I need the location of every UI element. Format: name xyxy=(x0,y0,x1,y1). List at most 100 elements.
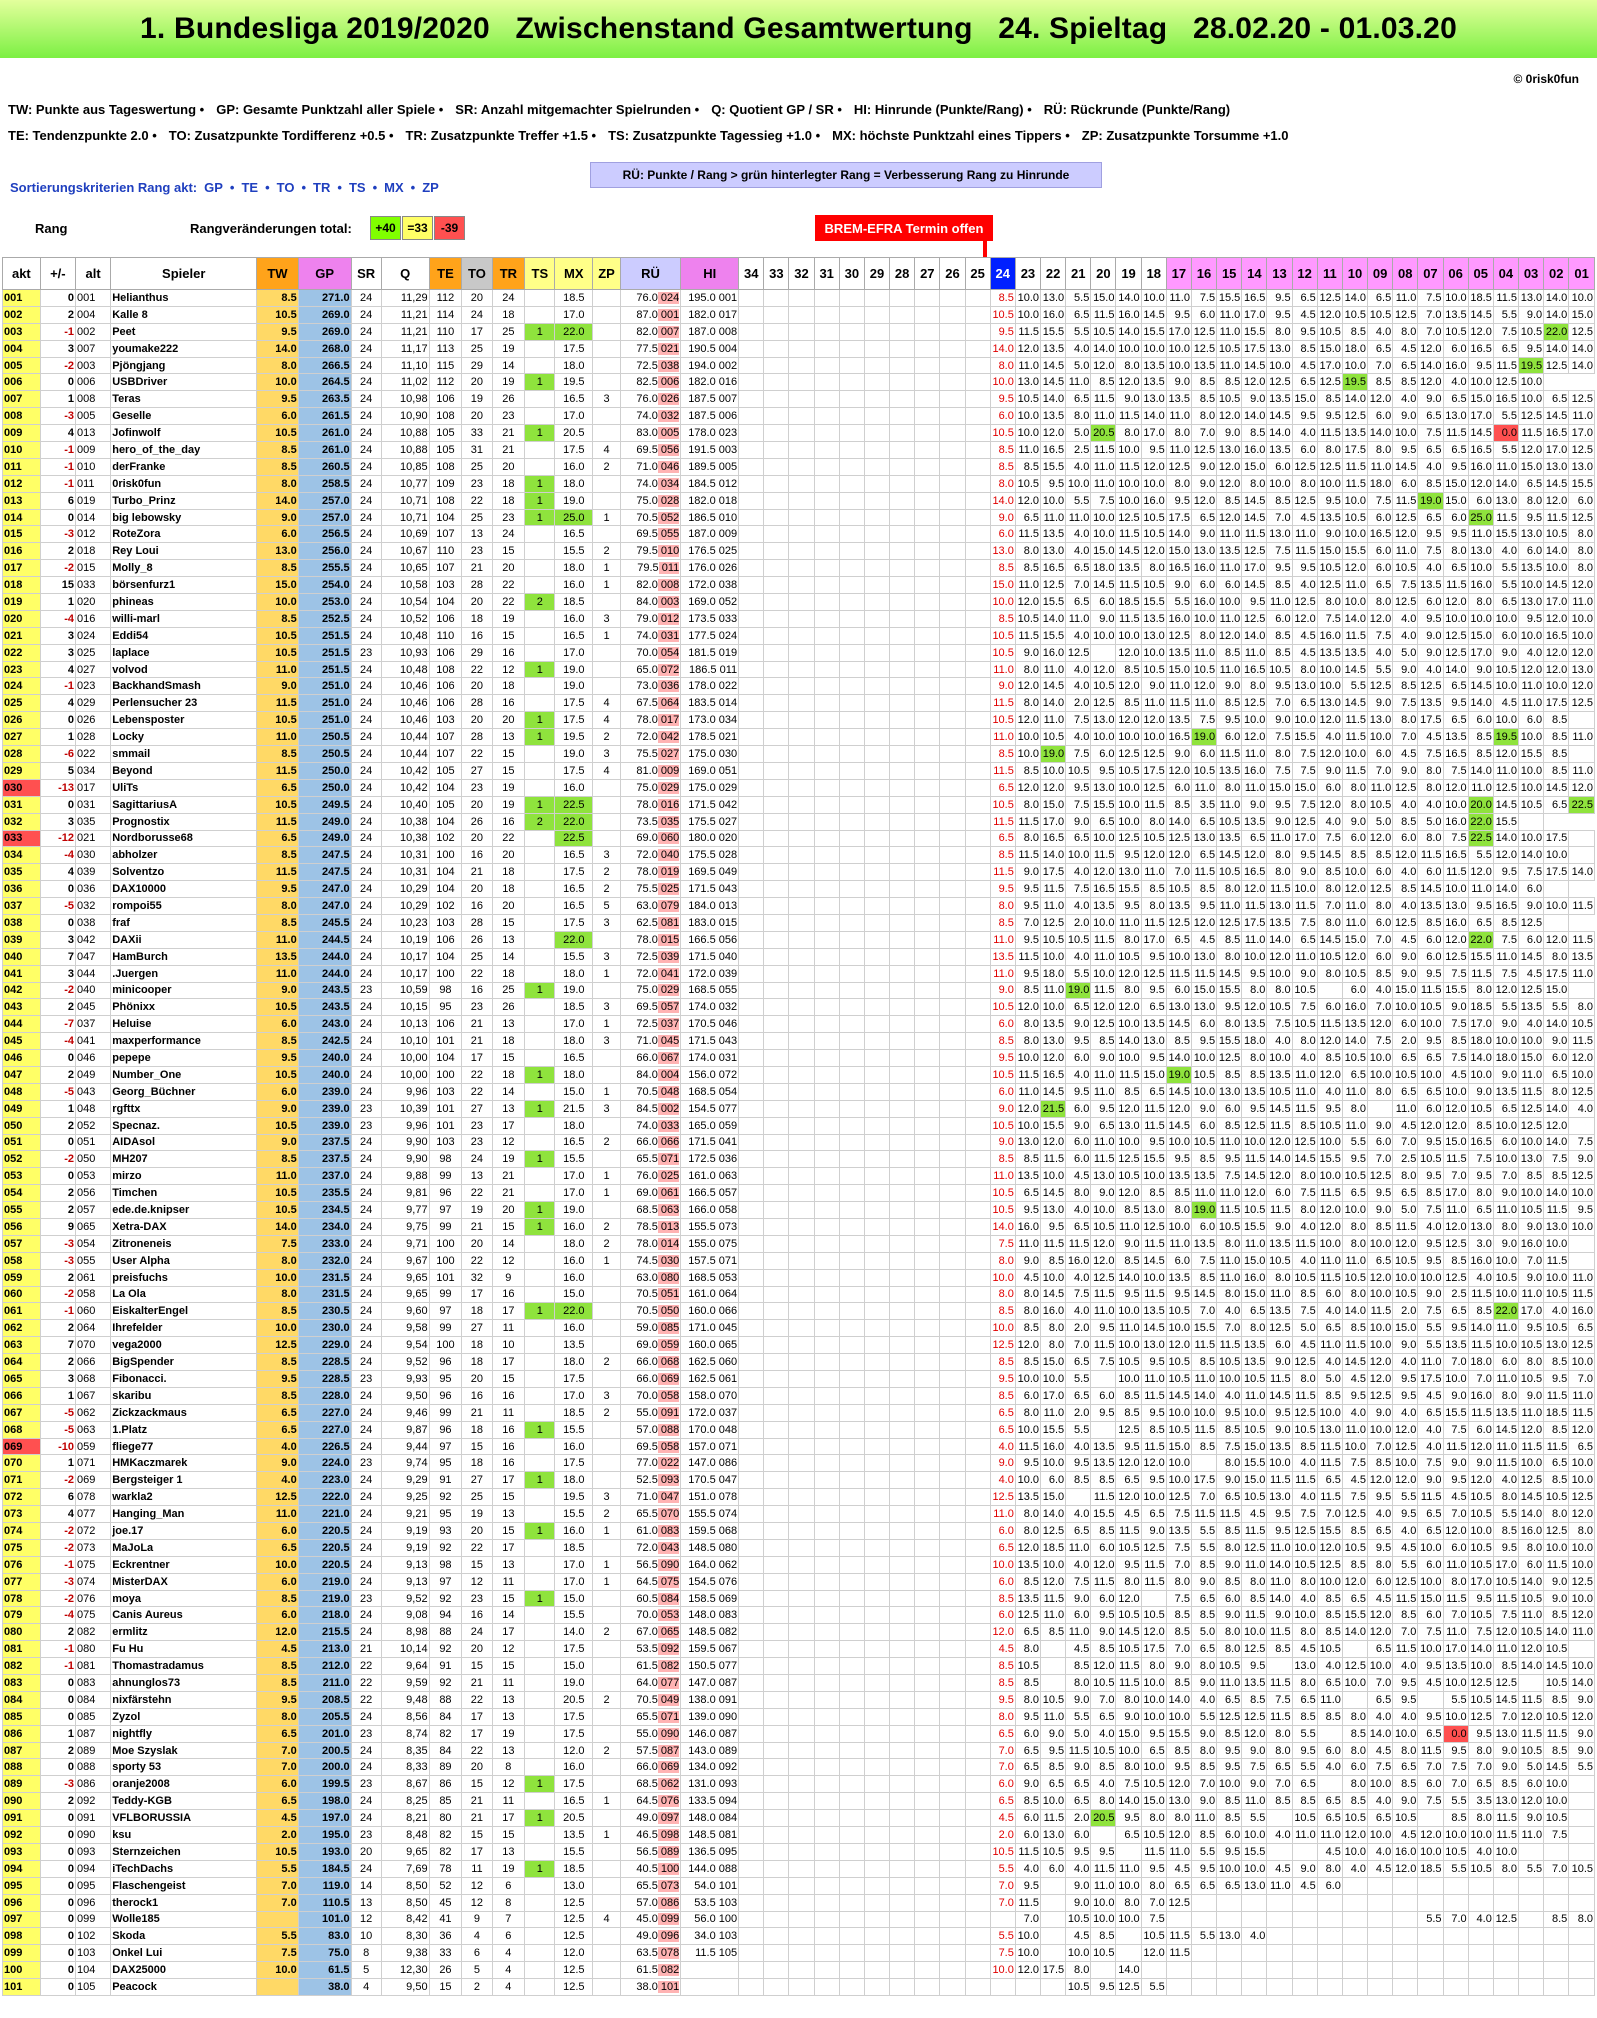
matchday-points: 4.0 xyxy=(1367,1505,1394,1524)
matchday-points: 11.0 xyxy=(1190,694,1218,713)
hi-cell: 191.5 003 xyxy=(680,441,740,459)
tw-points: 11.0 xyxy=(256,728,299,747)
matchday-points: 12.0 xyxy=(1492,1623,1519,1642)
matchday-points: 10.0 xyxy=(1165,1471,1192,1490)
matchday-points xyxy=(1543,913,1570,932)
sr-rounds: 24 xyxy=(350,1606,382,1625)
ts-points xyxy=(524,829,556,848)
future-matchday-cell xyxy=(914,761,941,780)
matchday-points: 6.5 xyxy=(1392,1049,1419,1067)
future-matchday-cell xyxy=(838,322,865,341)
future-matchday-cell xyxy=(813,930,840,949)
matchday-points: 4.5 xyxy=(1014,1268,1042,1287)
future-matchday-cell xyxy=(964,863,991,882)
gp-points: 243.0 xyxy=(297,1015,352,1034)
future-matchday-cell xyxy=(788,1437,815,1456)
matchday-points: 12.5 xyxy=(1266,373,1293,392)
hi-cell: 173.0 034 xyxy=(680,711,740,730)
matchday-points: 9.0 xyxy=(1266,711,1293,730)
future-matchday-cell xyxy=(914,1353,941,1371)
matchday-points: 8.0 xyxy=(1543,1505,1570,1524)
sr-rounds: 24 xyxy=(350,812,382,831)
matchday-points: 17.0 xyxy=(1517,1302,1545,1321)
matchday-points: 10.0 xyxy=(1291,711,1318,730)
ts-points: 1 xyxy=(524,981,556,1000)
matchday-points: 6.0 xyxy=(1065,1099,1092,1118)
matchday-points: 10.0 xyxy=(1115,1049,1142,1067)
future-matchday-cell xyxy=(863,880,891,899)
matchday-points: 12.0 xyxy=(1241,373,1268,392)
ru-rank: 017 xyxy=(657,714,680,727)
rank-previous: 061 xyxy=(74,1268,112,1287)
table-row: 020 -4 016 willi-marl 8.5 252.5 24 10,52 106 18 19… xyxy=(2,609,1595,628)
sr-rounds: 24 xyxy=(350,1032,382,1051)
matchday-points: 10.0 xyxy=(1467,1522,1494,1540)
sr-rounds: 24 xyxy=(350,1792,382,1811)
ts-points xyxy=(524,390,556,409)
player-name: BigSpender xyxy=(110,1353,258,1371)
future-matchday-cell xyxy=(863,1099,891,1118)
quotient: 10,59 xyxy=(380,981,430,1000)
future-matchday-cell xyxy=(889,1082,916,1101)
gp-points: 261.0 xyxy=(297,441,352,459)
matchday-points: 8.0 xyxy=(1140,1657,1167,1676)
future-matchday-cell xyxy=(939,1116,966,1135)
future-matchday-cell xyxy=(964,356,991,375)
matchday-points: 12.5 xyxy=(1568,441,1595,459)
future-matchday-cell xyxy=(964,745,991,763)
matchday-points: 9.5 xyxy=(1216,711,1243,730)
matchday-points: 7.5 xyxy=(1517,863,1545,882)
rank-previous: 074 xyxy=(74,1572,112,1591)
matchday-points: 12.0 xyxy=(1115,711,1142,730)
hi-cell: 131.0 093 xyxy=(680,1775,740,1794)
future-matchday-cell xyxy=(889,609,916,628)
future-matchday-cell xyxy=(863,322,891,341)
matchday-points: 12.0 xyxy=(1442,1217,1469,1236)
quotient: 8,25 xyxy=(380,1792,430,1811)
table-row: 017 -2 015 Molly_8 8.5 255.5 24 10,65 107 21 20 18.… xyxy=(2,559,1595,578)
gp-points: 247.5 xyxy=(297,846,352,865)
matchday-points: 9.0 xyxy=(1291,863,1318,882)
future-matchday-cell xyxy=(813,1251,840,1270)
future-matchday-cell xyxy=(863,1505,891,1524)
future-matchday-cell xyxy=(763,525,790,544)
te-points: 105 xyxy=(428,761,463,780)
matchday-points: 4.0 xyxy=(1367,981,1394,1000)
to-points: 15 xyxy=(461,1437,493,1456)
matchday-points: 8.0 xyxy=(1241,981,1268,1000)
te-points: 113 xyxy=(428,339,463,358)
future-matchday-cell xyxy=(964,626,991,645)
matchday-points: 7.5 xyxy=(1467,1150,1494,1169)
ru-cell: 84.5 002 xyxy=(619,1099,682,1118)
matchday-points: 11.0 xyxy=(989,1505,1016,1524)
matchday-points: 4.0 xyxy=(1316,1758,1343,1777)
matchday-points: 14.5 xyxy=(1216,964,1243,983)
future-matchday-cell xyxy=(788,1184,815,1203)
matchday-points: 14.0 xyxy=(1165,1690,1192,1709)
matchday-points: 14.5 xyxy=(1341,660,1369,679)
hi-points: 169.0 xyxy=(688,764,716,777)
matchday-points: 5.0 xyxy=(1065,356,1092,375)
future-matchday-cell xyxy=(738,998,765,1017)
player-name: ermlitz xyxy=(110,1623,258,1642)
matchday-points: 8.5 xyxy=(1316,390,1343,409)
matchday-points: 10.0 xyxy=(1115,1302,1142,1321)
to-points: 19 xyxy=(461,1505,493,1524)
to-points: 25 xyxy=(461,339,493,358)
sr-rounds: 24 xyxy=(350,1741,382,1760)
matchday-points: 9.5 xyxy=(1517,508,1545,527)
matchday-points: 12.0 xyxy=(1014,998,1042,1017)
matchday-points: 9.5 xyxy=(1014,897,1042,915)
rank-current: 035 xyxy=(2,863,41,882)
matchday-points: 17.0 xyxy=(1040,812,1067,831)
matchday-points: 6.0 xyxy=(1392,474,1419,493)
matchday-points: 12.5 xyxy=(1442,626,1469,645)
to-points: 20 xyxy=(461,1370,493,1388)
future-matchday-cell xyxy=(763,1370,790,1388)
matchday-points: 4.0 xyxy=(1065,1505,1092,1524)
rank-previous: 069 xyxy=(74,1471,112,1490)
future-matchday-cell xyxy=(889,339,916,358)
col-header-r: RÜ xyxy=(619,257,682,290)
mx-points: 17.0 xyxy=(554,305,594,324)
rank-previous: 089 xyxy=(74,1741,112,1760)
